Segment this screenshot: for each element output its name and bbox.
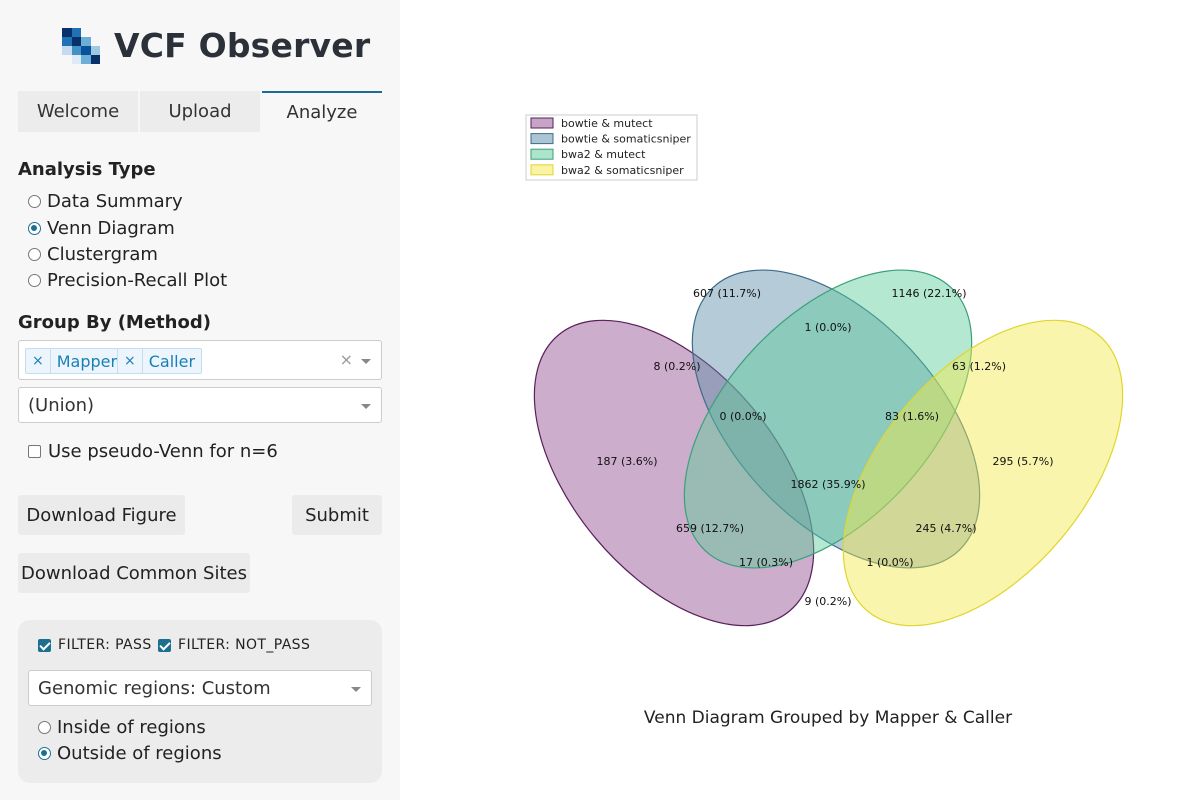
logo-cell <box>90 54 100 64</box>
logo-cell <box>62 27 72 37</box>
venn-region-label: 1 (0.0%) <box>804 321 851 334</box>
checkbox-box[interactable] <box>28 445 41 458</box>
radio-button[interactable] <box>28 195 41 208</box>
chart-title: Venn Diagram Grouped by Mapper & Caller <box>644 708 1012 728</box>
radio-label: Data Summary <box>47 191 183 212</box>
checkbox-box[interactable] <box>158 638 171 652</box>
radio-precision-recall[interactable]: Precision-Recall Plot <box>28 270 227 291</box>
filter-panel: FILTER: PASS FILTER: NOT_PASS Genomic re… <box>18 620 382 783</box>
submit-button[interactable]: Submit <box>292 495 382 535</box>
filter-not-pass-checkbox[interactable]: FILTER: NOT_PASS <box>158 637 310 653</box>
venn-region-label: 83 (1.6%) <box>885 410 939 423</box>
group-by-multiselect[interactable]: × Mapper × Caller × <box>18 340 382 380</box>
venn-region-label: 295 (5.7%) <box>992 455 1053 468</box>
venn-region-label: 8 (0.2%) <box>653 360 700 373</box>
venn-region-label: 0 (0.0%) <box>719 410 766 423</box>
radio-button[interactable] <box>28 274 41 287</box>
venn-region-label: 659 (12.7%) <box>676 522 744 535</box>
chip-label: Caller <box>148 351 196 371</box>
chip-label: Mapper <box>56 351 118 371</box>
select-value: Genomic regions: Custom <box>38 677 271 699</box>
chevron-down-icon <box>351 687 361 692</box>
legend-label: bwa2 & somaticsniper <box>561 164 684 177</box>
checkbox-label: Use pseudo-Venn for n=6 <box>48 441 278 462</box>
chevron-down-icon <box>361 404 371 409</box>
radio-clustergram[interactable]: Clustergram <box>28 244 158 265</box>
venn-diagram: bowtie & mutect bowtie & somaticsniper bwa… <box>525 114 1124 728</box>
legend-swatch <box>530 164 554 176</box>
venn-region-label: 9 (0.2%) <box>804 595 851 608</box>
chevron-down-icon[interactable] <box>361 359 371 364</box>
radio-label: Precision-Recall Plot <box>47 270 228 291</box>
logo-cell <box>71 36 81 46</box>
venn-region-label: 17 (0.3%) <box>739 556 793 569</box>
legend-label: bowtie & mutect <box>561 117 653 130</box>
select-value: (Union) <box>28 394 95 416</box>
checkbox-label: FILTER: NOT_PASS <box>178 637 311 653</box>
logo-cell <box>81 45 91 55</box>
tab-upload[interactable]: Upload <box>140 91 262 132</box>
logo-cell <box>71 54 81 64</box>
legend-swatch <box>530 117 554 129</box>
venn-region-label: 1146 (22.1%) <box>891 287 966 300</box>
radio-label: Inside of regions <box>57 717 206 738</box>
checkbox-label: FILTER: PASS <box>58 637 152 653</box>
filter-pass-checkbox[interactable]: FILTER: PASS <box>38 637 152 653</box>
radio-venn-diagram[interactable]: Venn Diagram <box>28 218 175 239</box>
tab-bar: Welcome Upload Analyze <box>18 91 382 132</box>
tab-welcome[interactable]: Welcome <box>18 91 140 132</box>
venn-region-label: 245 (4.7%) <box>915 522 976 535</box>
legend-swatch <box>530 148 554 160</box>
tab-analyze[interactable]: Analyze <box>262 91 382 132</box>
app-title: VCF Observer <box>114 26 371 65</box>
group-by-heading: Group By (Method) <box>18 312 211 333</box>
chip-remove-icon[interactable]: × <box>118 349 143 373</box>
logo-cell <box>71 45 81 55</box>
logo-cell <box>62 45 72 55</box>
radio-button[interactable] <box>38 747 51 760</box>
venn-region-label: 1862 (35.9%) <box>790 478 865 491</box>
genomic-regions-select[interactable]: Genomic regions: Custom <box>28 670 372 706</box>
chart-area: bowtie & mutect bowtie & somaticsniper bwa… <box>400 0 1200 800</box>
chip-remove-icon[interactable]: × <box>26 349 51 373</box>
logo-cell <box>81 54 91 64</box>
legend-label: bowtie & somaticsniper <box>561 133 691 146</box>
legend: bowtie & mutect bowtie & somaticsniper bwa… <box>525 114 698 181</box>
radio-data-summary[interactable]: Data Summary <box>28 191 183 212</box>
venn-region-label: 1 (0.0%) <box>866 556 913 569</box>
chip-mapper: × Mapper <box>25 348 125 374</box>
radio-inside-regions[interactable]: Inside of regions <box>38 717 206 738</box>
radio-label: Outside of regions <box>57 743 222 764</box>
analysis-type-heading: Analysis Type <box>18 159 156 180</box>
app-header: VCF Observer <box>62 26 370 65</box>
logo-cell <box>91 37 101 46</box>
pseudo-venn-checkbox[interactable]: Use pseudo-Venn for n=6 <box>28 441 278 462</box>
venn-region-label: 607 (11.7%) <box>693 287 761 300</box>
set-operation-select[interactable]: (Union) <box>18 387 382 423</box>
radio-label: Clustergram <box>47 244 158 265</box>
radio-outside-regions[interactable]: Outside of regions <box>38 743 222 764</box>
legend-label: bwa2 & mutect <box>561 148 646 161</box>
venn-region-label: 187 (3.6%) <box>596 455 657 468</box>
clear-icon[interactable]: × <box>340 350 353 369</box>
logo-cell <box>81 36 91 46</box>
radio-button[interactable] <box>28 248 41 261</box>
chip-caller: × Caller <box>117 348 203 374</box>
logo-cell <box>81 28 91 37</box>
logo-cell <box>62 55 72 64</box>
logo-cell <box>90 45 100 55</box>
checkbox-box[interactable] <box>38 638 51 652</box>
download-figure-button[interactable]: Download Figure <box>18 495 185 535</box>
radio-label: Venn Diagram <box>47 218 175 239</box>
radio-button[interactable] <box>38 721 51 734</box>
sidebar: VCF Observer Welcome Upload Analyze Anal… <box>0 0 400 800</box>
legend-swatch <box>530 133 554 145</box>
logo-cell <box>91 28 101 37</box>
app-logo-icon <box>62 27 101 64</box>
radio-button[interactable] <box>28 222 41 235</box>
logo-cell <box>62 36 72 46</box>
download-common-sites-button[interactable]: Download Common Sites <box>18 553 250 593</box>
venn-region-label: 63 (1.2%) <box>952 360 1006 373</box>
logo-cell <box>71 27 81 37</box>
